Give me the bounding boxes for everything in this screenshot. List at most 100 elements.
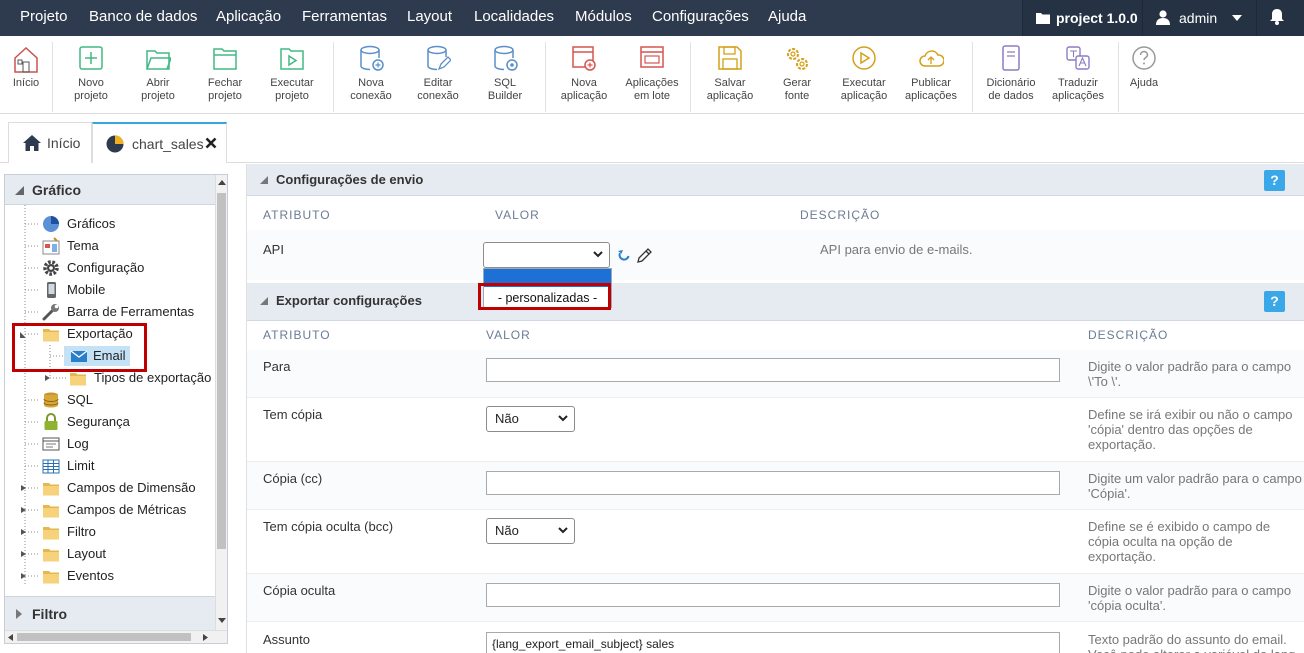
menu-layout[interactable]: Layout: [407, 0, 452, 36]
home-icon: [14, 46, 38, 73]
dicionario-de-dados-label-1: Dicionário: [986, 77, 1036, 89]
tree-item-label: Eventos: [67, 568, 114, 583]
executar-projeto-label-1: Executar: [270, 77, 314, 89]
copia-cc-input[interactable]: [486, 471, 1060, 495]
nova-aplicacao-button[interactable]: Nova aplicação: [551, 44, 617, 103]
editar-conexao-button[interactable]: Editar conexão: [405, 44, 471, 103]
row-label-para: Para: [263, 359, 291, 374]
menu-modulos[interactable]: Módulos: [575, 0, 632, 36]
vertical-scrollbar[interactable]: [215, 175, 227, 630]
chevron-down-icon: [558, 527, 568, 534]
scroll-thumb[interactable]: [217, 193, 226, 549]
inicio-button[interactable]: Início: [0, 44, 59, 90]
api-select[interactable]: [483, 242, 610, 268]
dicionario-de-dados-button[interactable]: Dicionário de dados: [978, 44, 1044, 103]
user-icon: [1156, 10, 1170, 25]
close-icon[interactable]: [205, 137, 217, 149]
folder-icon: [43, 527, 59, 540]
menu-ajuda[interactable]: Ajuda: [768, 0, 806, 36]
fechar-projeto-button[interactable]: Fechar projeto: [192, 44, 258, 103]
aplicacoes-em-lote-button[interactable]: Aplicações em lote: [619, 44, 685, 103]
tem-copia-oculta-select[interactable]: Não: [486, 518, 575, 544]
caret-down-icon: [1232, 15, 1242, 21]
section-header-envio[interactable]: Configurações de envio ?: [247, 164, 1304, 196]
row-desc-tem-copia-oculta: Define se é exibido o campo de cópia ocu…: [1088, 519, 1271, 564]
tab-inicio[interactable]: Início: [8, 122, 92, 163]
publicar-aplicacoes-button[interactable]: Publicar aplicações: [898, 44, 964, 103]
user-menu[interactable]: admin: [1142, 0, 1256, 36]
tem-copia-select-value: Não: [495, 411, 519, 426]
gear-icon: [43, 260, 59, 276]
abrir-projeto-button[interactable]: Abrir projeto: [125, 44, 191, 103]
aplicacoes-em-lote-label-1: Aplicações: [625, 77, 679, 89]
executar-aplicacao-label-1: Executar: [842, 77, 886, 89]
pie-chart-icon: [106, 135, 124, 153]
batch-applications-icon: [640, 46, 664, 68]
project-selector[interactable]: project 1.0.0: [1022, 0, 1142, 36]
copia-oculta-input[interactable]: [486, 583, 1060, 607]
tree-header[interactable]: Gráfico: [5, 175, 215, 205]
traduzir-aplicacoes-label-1: Traduzir: [1058, 77, 1098, 89]
tree-item-label: Gráficos: [67, 216, 116, 231]
assunto-input[interactable]: {lang_export_email_subject} sales: [486, 632, 1060, 653]
scroll-right-icon: [203, 634, 208, 641]
scroll-up-icon: [218, 180, 226, 185]
nova-aplicacao-label-2: aplicação: [560, 90, 608, 102]
section-header-exportar[interactable]: Exportar configurações ?: [247, 283, 1304, 321]
help-button[interactable]: ?: [1264, 170, 1285, 191]
log-icon: [42, 437, 60, 451]
dictionary-icon: [1002, 45, 1020, 71]
tem-copia-select[interactable]: Não: [486, 406, 575, 432]
help-button[interactable]: ?: [1264, 291, 1285, 312]
publicar-aplicacoes-label-2: aplicações: [905, 90, 957, 102]
novo-projeto-button[interactable]: Novo projeto: [58, 44, 124, 103]
edit-connection-icon: [427, 45, 451, 71]
theme-icon: [42, 237, 60, 255]
gerar-fonte-button[interactable]: Gerar fonte: [764, 44, 830, 103]
bell-icon: [1270, 9, 1284, 25]
ajuda-button[interactable]: Ajuda: [1111, 44, 1177, 90]
tree-item-label: Campos de Métricas: [67, 502, 187, 517]
menu-aplicacao[interactable]: Aplicação: [216, 0, 281, 36]
horizontal-scrollbar[interactable]: [5, 630, 227, 643]
scroll-thumb[interactable]: [17, 633, 191, 641]
folder-icon: [43, 483, 59, 496]
properties-panel: Configurações de envio ? ATRIBUTO VALOR …: [246, 164, 1304, 653]
chevron-down-icon: [593, 251, 603, 258]
triangle-down-icon: [260, 297, 268, 305]
nova-conexao-button[interactable]: Nova conexão: [338, 44, 404, 103]
triangle-down-icon: [260, 176, 268, 184]
tab-strip: Início chart_sales: [0, 115, 1304, 163]
row-divider: [247, 509, 1304, 510]
tab-chart-sales[interactable]: chart_sales: [92, 122, 227, 163]
menu-localidades[interactable]: Localidades: [474, 0, 554, 36]
editar-conexao-label-1: Editar: [423, 77, 453, 89]
menu-configuracoes[interactable]: Configurações: [652, 0, 749, 36]
tree-item-label: Limit: [67, 458, 95, 473]
row-label-copia-cc: Cópia (cc): [263, 471, 323, 486]
section-title: Configurações de envio: [276, 172, 424, 187]
traduzir-aplicacoes-button[interactable]: Traduzir aplicações: [1045, 44, 1111, 103]
tree-footer-filtro[interactable]: Filtro: [5, 596, 215, 630]
executar-projeto-button[interactable]: Executar projeto: [259, 44, 325, 103]
row-label-assunto: Assunto: [263, 632, 310, 647]
pencil-icon[interactable]: [636, 247, 653, 264]
top-menu-bar: Projeto Banco de dados Aplicação Ferrame…: [0, 0, 1304, 36]
executar-aplicacao-button[interactable]: Executar aplicação: [831, 44, 897, 103]
novo-projeto-label-1: Novo: [78, 77, 104, 89]
menu-projeto[interactable]: Projeto: [20, 0, 68, 36]
menu-banco-de-dados[interactable]: Banco de dados: [89, 0, 197, 36]
new-connection-icon: [360, 45, 384, 71]
toolbar-separator: [52, 42, 53, 112]
para-input[interactable]: [486, 358, 1060, 382]
toolbar-separator: [690, 42, 691, 112]
tree-item-label: Log: [67, 436, 89, 451]
ajuda-label: Ajuda: [1129, 77, 1159, 89]
tree-header-title: Gráfico: [32, 182, 82, 198]
refresh-icon[interactable]: [617, 249, 631, 263]
tree-item-label: Filtro: [67, 524, 96, 539]
sql-builder-button[interactable]: SQL Builder: [472, 44, 538, 103]
notifications-button[interactable]: [1256, 0, 1304, 36]
menu-ferramentas[interactable]: Ferramentas: [302, 0, 387, 36]
salvar-aplicacao-button[interactable]: Salvar aplicação: [697, 44, 763, 103]
